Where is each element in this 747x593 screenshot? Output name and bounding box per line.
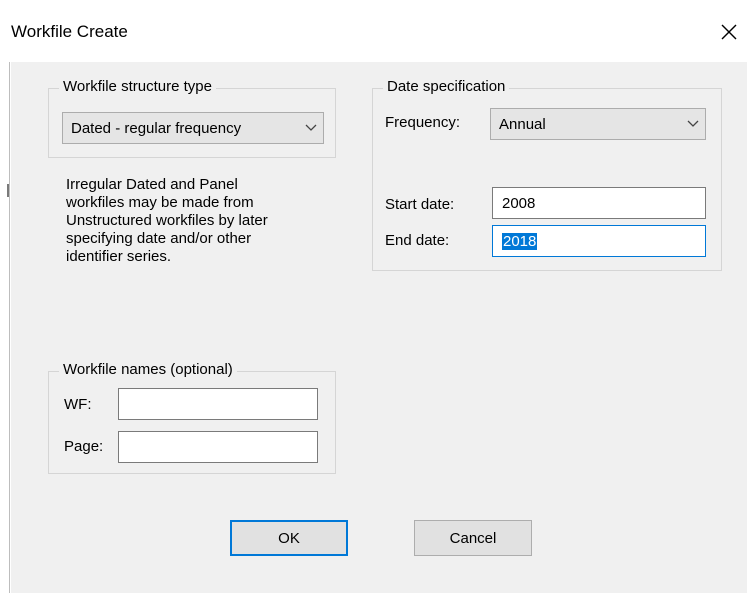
cancel-button[interactable]: Cancel	[414, 520, 532, 556]
ok-button-label: OK	[278, 529, 300, 547]
start-date-input[interactable]: 2008	[492, 187, 706, 219]
window-left-edge	[0, 62, 11, 593]
end-date-label: End date:	[385, 232, 450, 249]
structure-type-select[interactable]: Dated - regular frequency	[62, 112, 324, 144]
chevron-down-icon	[299, 124, 323, 132]
wf-label: WF:	[64, 396, 92, 413]
structure-type-label: Workfile structure type	[59, 78, 216, 95]
ok-button[interactable]: OK	[230, 520, 348, 556]
info-line: identifier series.	[66, 248, 172, 265]
frame-line	[9, 62, 10, 593]
info-line: Unstructured workfiles by later	[66, 212, 268, 229]
structure-type-value: Dated - regular frequency	[71, 119, 242, 137]
chevron-down-icon	[681, 120, 705, 128]
workfile-names-label: Workfile names (optional)	[59, 361, 237, 378]
frequency-select[interactable]: Annual	[490, 108, 706, 140]
dialog-title: Workfile Create	[11, 22, 128, 41]
info-line: workfiles may be made from	[66, 194, 254, 211]
close-button[interactable]	[712, 14, 746, 50]
close-icon	[721, 24, 737, 40]
page-label: Page:	[64, 438, 104, 455]
workfile-create-dialog: Workfile Create Workfile structure type …	[0, 0, 747, 593]
info-text: Irregular Dated and Panel workfiles may …	[66, 176, 336, 266]
start-date-value: 2008	[502, 194, 536, 212]
edge-tick	[7, 184, 9, 197]
title-bar[interactable]: Workfile Create	[0, 0, 747, 62]
frequency-label: Frequency:	[385, 114, 461, 131]
info-line: specifying date and/or other	[66, 230, 252, 247]
end-date-value: 2018	[502, 232, 538, 250]
info-line: Irregular Dated and Panel	[66, 176, 238, 193]
start-date-label: Start date:	[385, 196, 455, 213]
page-name-input[interactable]	[118, 431, 318, 463]
end-date-input[interactable]: 2018	[492, 225, 706, 257]
frequency-value: Annual	[499, 115, 546, 133]
date-spec-label: Date specification	[383, 78, 510, 95]
wf-name-input[interactable]	[118, 388, 318, 420]
cancel-button-label: Cancel	[449, 529, 497, 547]
